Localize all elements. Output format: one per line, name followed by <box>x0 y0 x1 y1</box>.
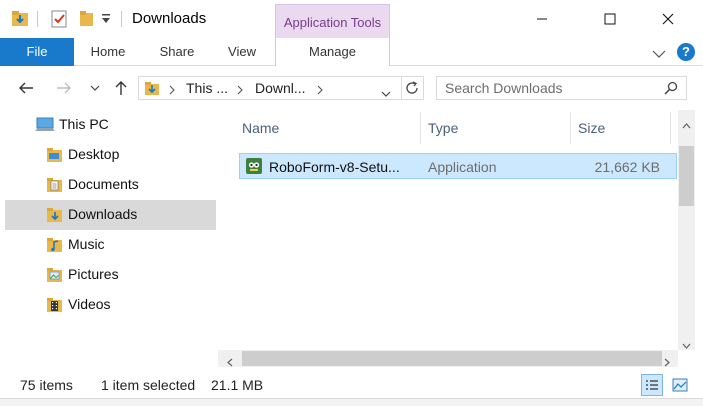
pictures-folder-icon <box>46 267 64 286</box>
scroll-down-icon[interactable] <box>682 336 691 352</box>
file-explorer-window: Downloads Application Tools File Home Sh… <box>0 0 703 406</box>
maximize-button[interactable] <box>587 0 633 38</box>
search-input[interactable] <box>437 77 665 99</box>
navigation-bar: This ... Downl... <box>0 66 703 110</box>
file-type: Application <box>428 159 497 175</box>
search-icon[interactable] <box>664 81 678 98</box>
column-header-name[interactable]: Name <box>238 110 420 144</box>
maximize-icon <box>604 13 616 25</box>
context-tab-application-tools: Application Tools <box>275 4 390 38</box>
sidebar-item-label: Pictures <box>68 266 119 282</box>
music-folder-icon <box>46 237 64 256</box>
selection-status: 1 item selected <box>101 377 196 393</box>
computer-icon <box>34 117 56 136</box>
vertical-scrollbar[interactable] <box>678 110 695 350</box>
navigation-pane: This PC Desktop Documents Downloads Musi… <box>0 110 218 368</box>
tab-home[interactable]: Home <box>84 38 132 66</box>
refresh-icon <box>405 81 418 94</box>
help-button[interactable]: ? <box>677 43 695 61</box>
column-header-label: Size <box>578 120 606 136</box>
breadcrumb-chevron-icon[interactable] <box>169 82 175 98</box>
desktop-folder-icon <box>46 147 64 166</box>
details-view-icon <box>646 380 658 390</box>
ribbon-tab-bar: File Home Share View Manage ? <box>0 38 703 66</box>
downloads-location-icon <box>144 81 160 100</box>
sidebar-item-videos[interactable]: Videos <box>5 290 216 320</box>
horizontal-scroll-thumb[interactable] <box>242 351 662 366</box>
up-arrow-icon <box>115 81 127 95</box>
breadcrumb-chevron-icon[interactable] <box>237 82 243 98</box>
tab-manage[interactable]: Manage <box>275 38 390 66</box>
videos-folder-icon <box>46 297 64 316</box>
sidebar-item-downloads[interactable]: Downloads <box>5 200 216 230</box>
expand-ribbon-chevron-icon[interactable] <box>652 46 666 62</box>
context-tab-label: Application Tools <box>283 15 382 30</box>
sidebar-item-music[interactable]: Music <box>5 230 216 260</box>
sidebar-item-documents[interactable]: Documents <box>5 170 216 200</box>
item-count: 75 items <box>20 377 73 393</box>
tab-file[interactable]: File <box>0 38 74 66</box>
sidebar-item-label: Documents <box>68 176 139 192</box>
status-bar: 75 items 1 item selected 21.1 MB <box>0 368 703 398</box>
forward-arrow-icon <box>57 82 71 94</box>
sidebar-item-label: Downloads <box>68 206 138 222</box>
address-history-chevron-icon[interactable] <box>381 85 391 101</box>
sidebar-item-desktop[interactable]: Desktop <box>5 140 216 170</box>
sidebar-item-label: Desktop <box>68 146 120 162</box>
horizontal-scrollbar[interactable] <box>218 350 678 367</box>
column-header-label: Type <box>428 120 459 136</box>
up-button[interactable] <box>110 76 132 100</box>
sidebar-item-label: This PC <box>59 116 109 132</box>
column-header-label: Name <box>242 120 280 136</box>
breadcrumb-chevron-icon[interactable] <box>317 82 323 98</box>
file-list: Name Type Size RoboForm-v8-Setu... Appli… <box>218 110 678 350</box>
quick-access-dropdown-icon[interactable] <box>101 12 111 32</box>
title-bar: Downloads Application Tools <box>0 0 703 38</box>
column-header-size[interactable]: Size <box>571 110 669 144</box>
search-box[interactable] <box>436 76 687 100</box>
explorer-app-icon[interactable] <box>10 9 30 29</box>
downloads-folder-icon <box>46 207 64 226</box>
quick-access-separator <box>37 11 38 27</box>
tab-share[interactable]: Share <box>154 38 200 66</box>
sidebar-item-label: Videos <box>68 296 111 312</box>
selection-size: 21.1 MB <box>211 377 264 393</box>
tab-view[interactable]: View <box>222 38 262 66</box>
sidebar-item-pictures[interactable]: Pictures <box>5 260 216 290</box>
new-folder-icon[interactable] <box>76 9 96 29</box>
refresh-button[interactable] <box>400 76 424 100</box>
minimize-icon <box>537 18 547 20</box>
sidebar-item-this-pc[interactable]: This PC <box>5 110 216 140</box>
address-bar[interactable]: This ... Downl... <box>138 76 402 100</box>
breadcrumb-downloads[interactable]: Downl... <box>255 80 306 96</box>
documents-folder-icon <box>46 177 64 196</box>
close-icon <box>662 13 674 25</box>
scroll-up-icon[interactable] <box>682 116 691 132</box>
title-separator <box>121 11 122 27</box>
chevron-down-icon <box>90 85 100 91</box>
large-icons-view-button[interactable] <box>669 374 691 396</box>
properties-icon[interactable] <box>49 9 69 29</box>
file-size: 21,662 KB <box>594 159 660 175</box>
file-name: RoboForm-v8-Setu... <box>269 159 400 175</box>
vertical-scroll-thumb[interactable] <box>679 146 694 206</box>
close-button[interactable] <box>645 0 691 38</box>
back-arrow-icon <box>19 82 33 94</box>
back-button[interactable] <box>14 76 38 100</box>
breadcrumb-this-pc[interactable]: This ... <box>186 80 228 96</box>
sidebar-item-label: Music <box>68 236 105 252</box>
column-header-type[interactable]: Type <box>421 110 570 144</box>
window-title: Downloads <box>132 10 207 27</box>
large-icons-view-icon <box>672 378 688 392</box>
roboform-app-icon <box>245 157 263 178</box>
recent-locations-button[interactable] <box>88 76 102 100</box>
table-row[interactable]: RoboForm-v8-Setu... Application 21,662 K… <box>239 153 677 179</box>
minimize-button[interactable] <box>519 0 565 38</box>
forward-button[interactable] <box>52 76 76 100</box>
column-divider[interactable] <box>670 112 671 144</box>
details-view-button[interactable] <box>641 374 663 396</box>
